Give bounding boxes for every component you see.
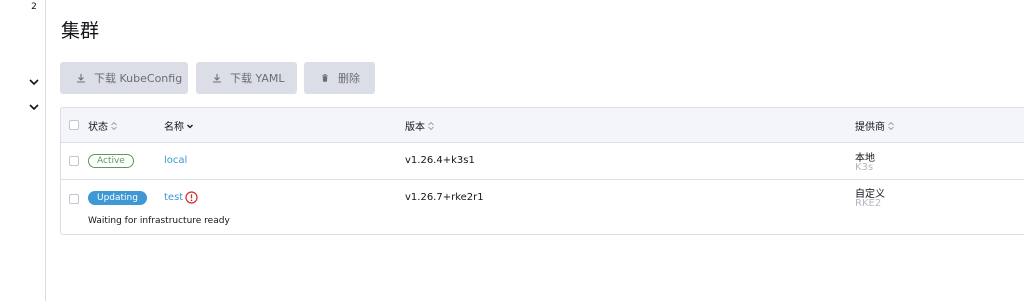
column-header-state-label: 状态 <box>88 122 108 133</box>
cluster-name-link[interactable]: local <box>164 155 187 166</box>
sidebar-count-badge: 2 <box>24 0 44 17</box>
delete-button[interactable]: 删除 <box>304 62 375 94</box>
table-row: Active local v1.26.4+k3s1 本地 K3s <box>61 143 1024 180</box>
cluster-provider-type: K3s <box>855 162 874 173</box>
column-header-provider-label: 提供商 <box>855 122 885 133</box>
row-checkbox[interactable] <box>69 194 79 204</box>
download-icon <box>77 74 85 83</box>
cluster-version: v1.26.4+k3s1 <box>405 155 475 166</box>
delete-label: 删除 <box>338 72 360 85</box>
error-icon[interactable] <box>185 191 198 204</box>
table-row: Updating test v1.26.7+rke2r1 自定义 RKE2 Wa… <box>61 180 1024 234</box>
trash-icon <box>322 74 328 82</box>
cluster-provider-type: RKE2 <box>855 198 882 209</box>
sort-icon <box>428 121 434 130</box>
sort-icon <box>888 121 894 130</box>
download-yaml-button[interactable]: 下载 YAML <box>196 62 297 94</box>
download-kubeconfig-label: 下载 KubeConfig <box>94 72 183 85</box>
status-badge: Updating <box>88 191 147 205</box>
download-kubeconfig-button[interactable]: 下载 KubeConfig <box>60 62 188 94</box>
page-title: 集群 <box>61 20 100 42</box>
cluster-version: v1.26.7+rke2r1 <box>405 192 484 203</box>
chevron-down-icon[interactable] <box>28 101 40 113</box>
cluster-name-link[interactable]: test <box>164 192 183 203</box>
download-icon <box>213 74 221 83</box>
column-header-version-label: 版本 <box>405 122 425 133</box>
status-badge: Active <box>88 154 134 168</box>
row-status-message: Waiting for infrastructure ready <box>88 216 230 226</box>
download-yaml-label: 下载 YAML <box>230 72 285 85</box>
chevron-down-icon[interactable] <box>28 76 40 88</box>
column-header-name[interactable]: 名称 <box>164 108 194 143</box>
sort-down-icon <box>187 124 193 128</box>
select-all-checkbox[interactable] <box>69 120 79 130</box>
column-header-provider[interactable]: 提供商 <box>855 108 895 143</box>
table-header: 状态 名称 版本 提供商 <box>61 108 1024 143</box>
sort-icon <box>111 121 117 130</box>
column-header-version[interactable]: 版本 <box>405 108 435 143</box>
sidebar: 2 <box>0 0 46 301</box>
clusters-table: 状态 名称 版本 提供商 Active local v1.26.4+k3s1 本… <box>60 107 1024 235</box>
column-header-name-label: 名称 <box>164 122 184 133</box>
row-checkbox[interactable] <box>69 156 79 166</box>
column-header-state[interactable]: 状态 <box>88 108 118 143</box>
